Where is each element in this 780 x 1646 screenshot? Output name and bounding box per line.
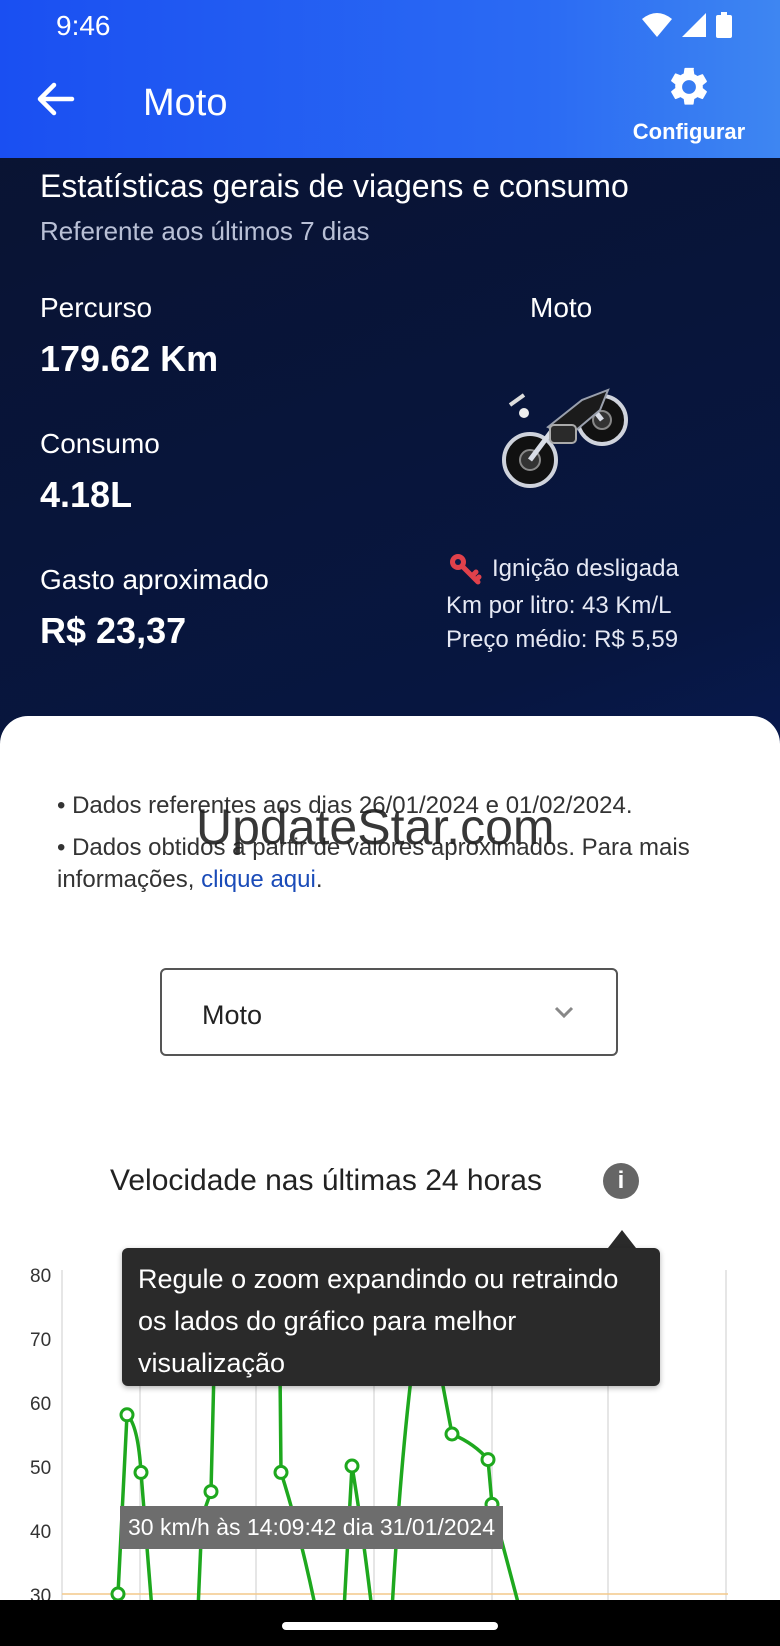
note-date-range: • Dados referentes aos dias 26/01/2024 e…	[57, 792, 633, 819]
note-approximate: • Dados obtidos a partir de valores apro…	[57, 832, 697, 896]
speed-data-point	[119, 1407, 135, 1423]
percurso-label: Percurso	[40, 292, 153, 323]
note-approximate-end: .	[315, 866, 323, 893]
speed-data-point	[203, 1484, 219, 1500]
y-tick-label: 60	[30, 1394, 51, 1415]
speed-data-point	[133, 1464, 149, 1480]
y-tick-label: 80	[30, 1266, 51, 1287]
consumo-value: 4.18L	[40, 474, 133, 515]
app-bar: 9:46 Moto Configurar	[0, 0, 780, 158]
more-info-link[interactable]: clique aqui	[201, 866, 316, 893]
stats-subtitle: Referente aos últimos 7 dias	[40, 216, 370, 246]
status-icons	[642, 12, 732, 38]
info-icon[interactable]: i	[603, 1163, 639, 1199]
selected-point-label: 30 km/h às 14:09:42 dia 31/01/2024	[120, 1506, 504, 1549]
config-label: Configurar	[632, 119, 746, 144]
y-tick-label: 70	[30, 1330, 51, 1351]
chevron-down-icon	[554, 1006, 574, 1019]
km-per-liter: Km por litro: 43 Km/L	[446, 592, 672, 619]
motorcycle-icon	[502, 388, 628, 488]
config-button[interactable]: Configurar	[628, 64, 750, 145]
arrow-left-icon	[37, 82, 75, 116]
app-screen: 9:46 Moto Configurar Estatísticas gerais…	[0, 0, 780, 1646]
vehicle-select-value: Moto	[202, 1000, 263, 1030]
speed-data-point	[110, 1586, 126, 1602]
status-time: 9:46	[56, 10, 111, 41]
gasto-value: R$ 23,37	[40, 610, 187, 651]
y-tick-label: 50	[30, 1458, 51, 1479]
note-approximate-text: • Dados obtidos a partir de valores apro…	[57, 834, 690, 893]
average-price: Preço médio: R$ 5,59	[446, 626, 679, 653]
tooltip-arrow	[608, 1230, 636, 1248]
percurso-value: 179.62 Km	[40, 338, 219, 379]
wifi-icon	[642, 13, 672, 37]
page-title: Moto	[143, 82, 228, 124]
gasto-label: Gasto aproximado	[40, 564, 269, 595]
speed-data-point	[273, 1464, 289, 1480]
chart-title: Velocidade nas últimas 24 horas	[110, 1164, 542, 1197]
vehicle-select[interactable]: Moto	[160, 968, 618, 1056]
stats-title: Estatísticas gerais de viagens e consumo	[40, 168, 629, 204]
y-tick-label: 40	[30, 1522, 51, 1543]
key-icon	[450, 554, 482, 585]
speed-data-point	[344, 1458, 360, 1474]
battery-icon	[716, 12, 732, 38]
consumo-label: Consumo	[40, 428, 160, 459]
speed-data-point	[480, 1452, 496, 1468]
signal-icon	[682, 13, 706, 37]
gear-icon	[671, 67, 707, 105]
zoom-tooltip: Regule o zoom expandindo ou retraindo os…	[122, 1248, 660, 1386]
speed-data-point	[444, 1426, 460, 1442]
ignition-status: Ignição desligada	[492, 555, 679, 582]
home-handle[interactable]	[282, 1622, 498, 1630]
speed-series-line	[112, 1369, 520, 1602]
vehicle-label: Moto	[530, 292, 593, 323]
back-button[interactable]	[36, 82, 80, 122]
